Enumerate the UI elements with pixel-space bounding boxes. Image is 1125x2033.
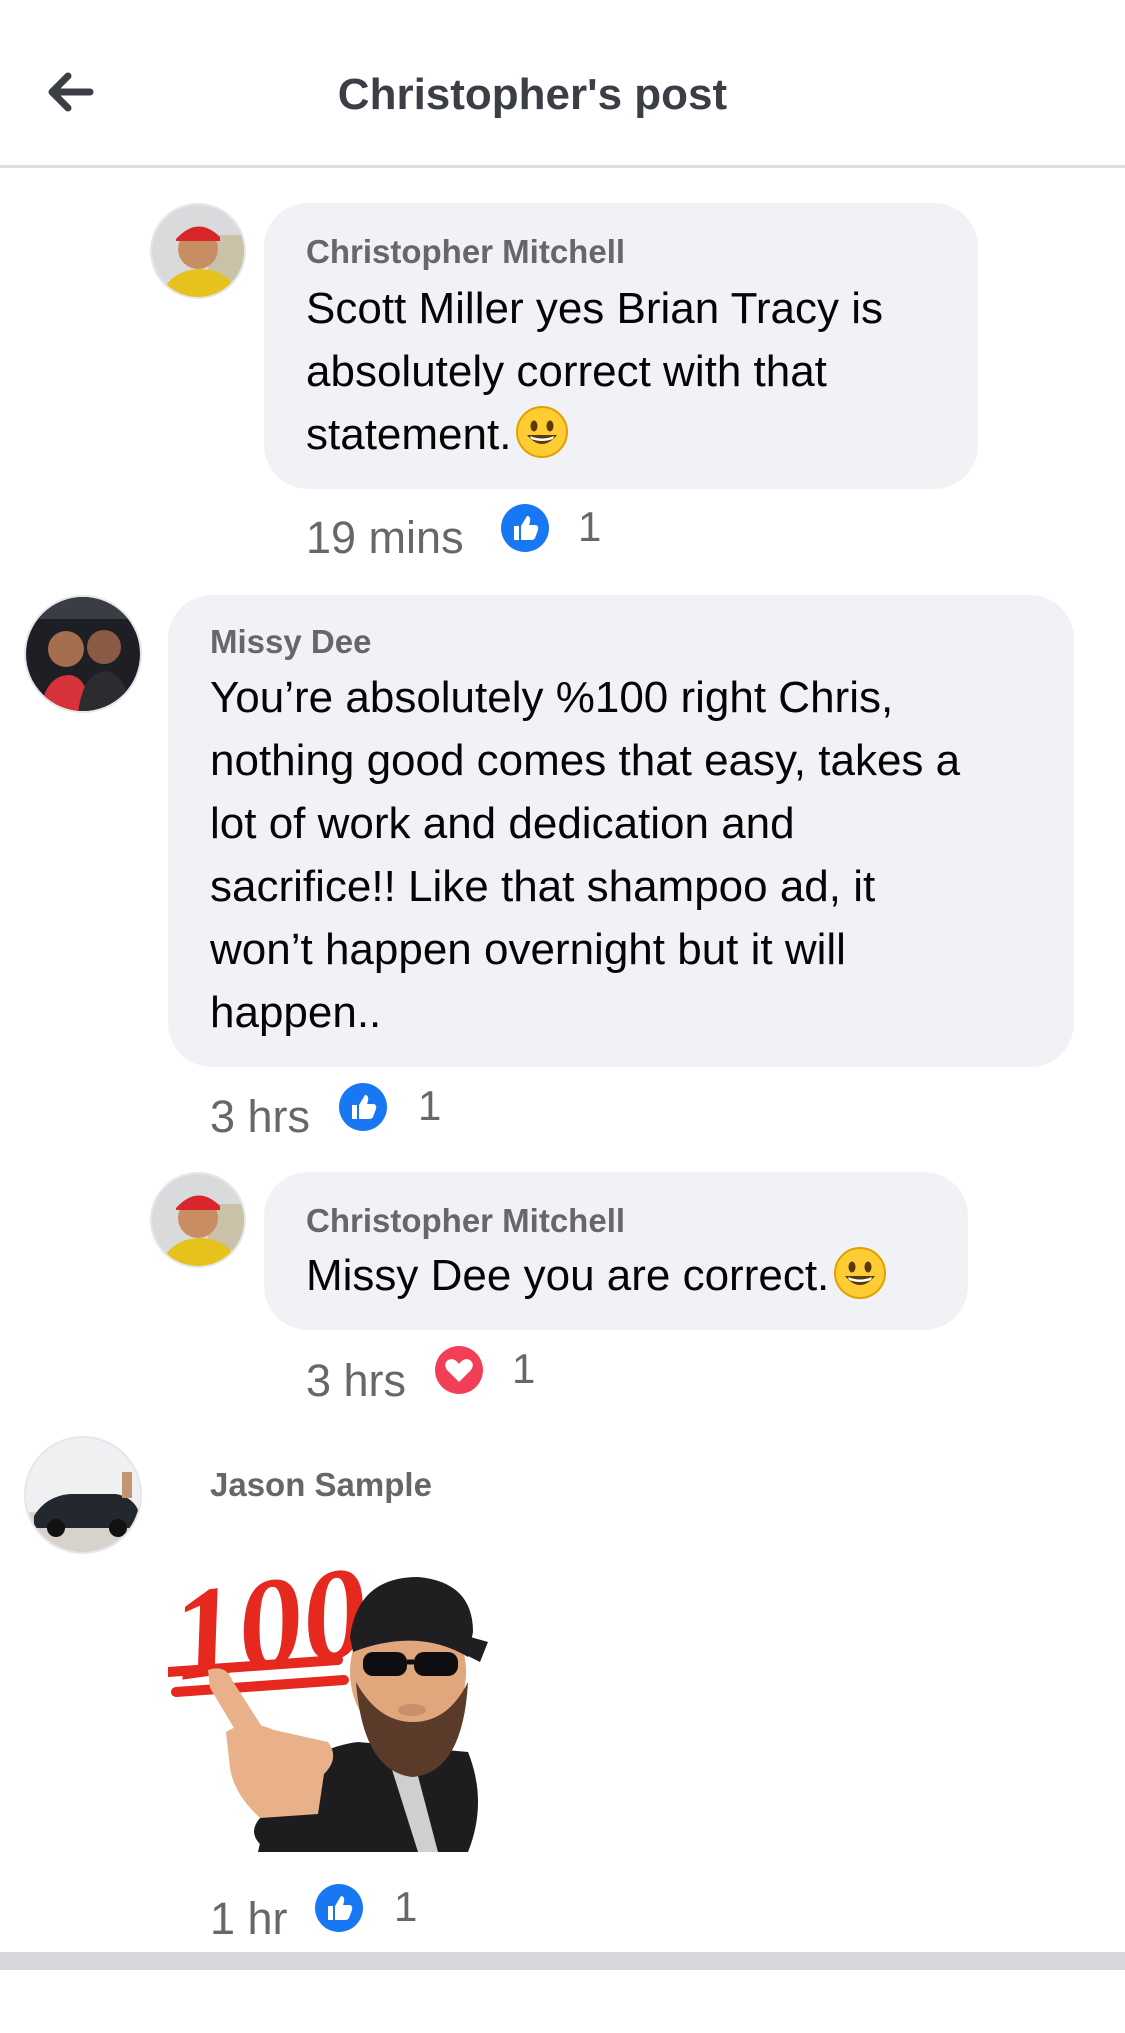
love-reaction-icon[interactable]: [434, 1345, 484, 1395]
grinning-face-emoji-icon: [516, 406, 569, 458]
comment-author[interactable]: Christopher Mitchell: [306, 1202, 625, 1240]
like-reaction-icon[interactable]: [500, 503, 550, 553]
comment-author[interactable]: Christopher Mitchell: [306, 233, 625, 271]
comment-text: Missy Dee you are correct.: [306, 1244, 966, 1307]
avatar[interactable]: [24, 595, 142, 713]
like-reaction-icon[interactable]: [338, 1082, 388, 1132]
comment-author[interactable]: Missy Dee: [210, 623, 371, 661]
composer-divider: [0, 1952, 1125, 1970]
grinning-face-emoji-icon: [834, 1247, 887, 1299]
comment-text: You’re absolutely %100 right Chris, noth…: [210, 673, 961, 1037]
avatar[interactable]: [24, 1436, 142, 1554]
avatar[interactable]: [150, 203, 246, 299]
comment-timestamp[interactable]: 1 hr: [210, 1893, 288, 1945]
reaction-count: 1: [578, 503, 602, 550]
avatar[interactable]: [150, 1172, 246, 1268]
100-pointing-avatar-sticker[interactable]: 100: [163, 1522, 498, 1852]
reaction-count: 1: [512, 1345, 536, 1392]
like-reaction-icon[interactable]: [314, 1883, 364, 1933]
comment-timestamp[interactable]: 3 hrs: [210, 1091, 310, 1143]
page-title: Christopher's post: [337, 70, 728, 119]
reaction-count: 1: [394, 1883, 418, 1930]
comment-timestamp[interactable]: 19 mins: [306, 512, 464, 564]
comment-author[interactable]: Jason Sample: [210, 1466, 432, 1504]
top-app-bar: Christopher's post: [0, 0, 1125, 168]
comment-text: Scott Miller yes Brian Tracy is absolute…: [306, 284, 884, 459]
comment-timestamp[interactable]: 3 hrs: [306, 1355, 406, 1407]
reaction-count: 1: [418, 1082, 442, 1129]
